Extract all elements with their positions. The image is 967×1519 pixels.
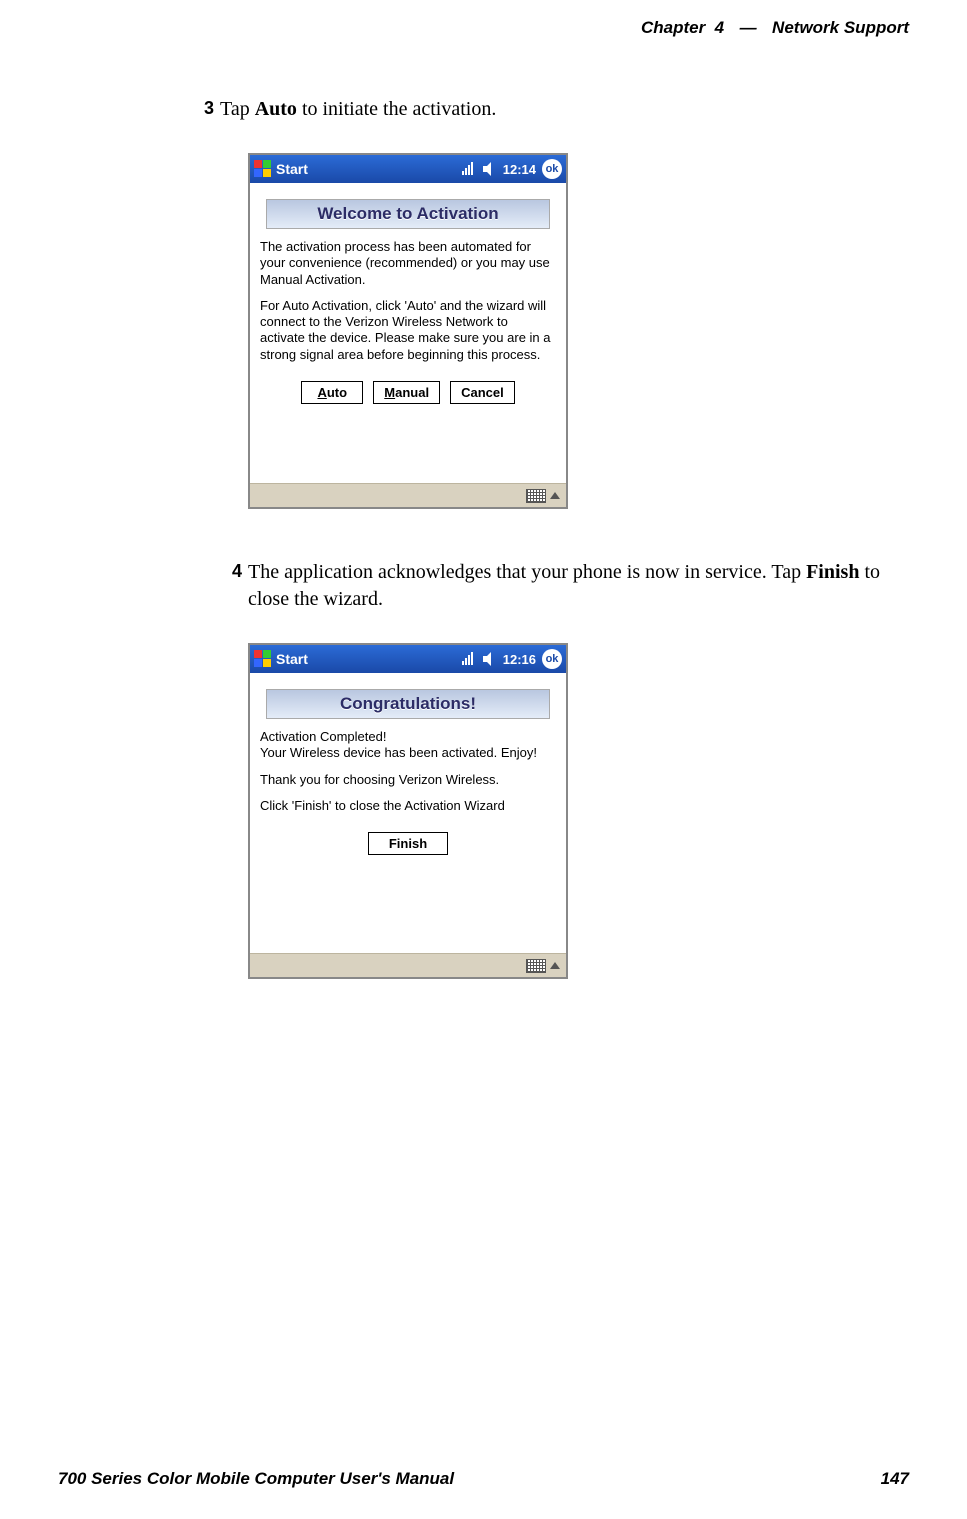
button-row: Finish (258, 832, 558, 855)
device-window-1: Start 12:14 ok Welcome to Activation The… (248, 153, 568, 509)
footer-manual-title: 700 Series Color Mobile Computer User's … (58, 1469, 454, 1489)
up-arrow-icon[interactable] (550, 962, 560, 969)
ok-button[interactable]: ok (542, 649, 562, 669)
thanks-text: Thank you for choosing Verizon Wireless. (260, 772, 556, 788)
completion-text: Activation Completed! Your Wireless devi… (260, 729, 556, 762)
signal-icon[interactable] (461, 161, 477, 177)
clock-time[interactable]: 12:16 (503, 652, 536, 667)
windows-flag-icon[interactable] (254, 650, 272, 668)
signal-icon[interactable] (461, 651, 477, 667)
bottom-bar (250, 953, 566, 977)
congrats-banner: Congratulations! (266, 689, 550, 719)
step-number: 3 (192, 96, 214, 120)
start-label[interactable]: Start (276, 161, 308, 177)
keyboard-icon[interactable] (526, 959, 546, 973)
start-label[interactable]: Start (276, 651, 308, 667)
welcome-banner: Welcome to Activation (266, 199, 550, 229)
step-number: 4 (220, 559, 242, 583)
keyboard-icon[interactable] (526, 489, 546, 503)
title-bar: Start 12:14 ok (250, 155, 566, 183)
clock-time[interactable]: 12:14 (503, 162, 536, 177)
device-body: Welcome to Activation The activation pro… (250, 183, 566, 483)
step-4: 4The application acknowledges that your … (220, 559, 920, 979)
speaker-icon[interactable] (481, 161, 497, 177)
activation-intro-text: The activation process has been automate… (260, 239, 556, 288)
cancel-button[interactable]: Cancel (450, 381, 515, 404)
chapter-label: Chapter (641, 18, 705, 37)
button-row: Auto Manual Cancel (258, 381, 558, 404)
page-header: Chapter 4 — Network Support (641, 18, 909, 38)
finish-instructions-text: Click 'Finish' to close the Activation W… (260, 798, 556, 814)
device-body: Congratulations! Activation Completed! Y… (250, 673, 566, 953)
windows-flag-icon[interactable] (254, 160, 272, 178)
speaker-icon[interactable] (481, 651, 497, 667)
screenshot-2: Start 12:16 ok Congratulations! Activati… (248, 643, 920, 979)
footer-page-number: 147 (881, 1469, 909, 1489)
screenshot-1: Start 12:14 ok Welcome to Activation The… (248, 153, 920, 509)
chapter-title: Network Support (772, 18, 909, 37)
activation-instructions-text: For Auto Activation, click 'Auto' and th… (260, 298, 556, 363)
separator: — (740, 18, 757, 37)
up-arrow-icon[interactable] (550, 492, 560, 499)
page-content: 3Tap Auto to initiate the activation. St… (220, 76, 920, 1029)
auto-button[interactable]: Auto (301, 381, 363, 404)
manual-button[interactable]: Manual (373, 381, 440, 404)
step-4-text: 4The application acknowledges that your … (248, 559, 920, 613)
bottom-bar (250, 483, 566, 507)
step-3-text: 3Tap Auto to initiate the activation. (248, 96, 920, 123)
step-3: 3Tap Auto to initiate the activation. St… (220, 96, 920, 509)
chapter-num: 4 (715, 18, 724, 37)
title-bar: Start 12:16 ok (250, 645, 566, 673)
ok-button[interactable]: ok (542, 159, 562, 179)
finish-button[interactable]: Finish (368, 832, 448, 855)
device-window-2: Start 12:16 ok Congratulations! Activati… (248, 643, 568, 979)
